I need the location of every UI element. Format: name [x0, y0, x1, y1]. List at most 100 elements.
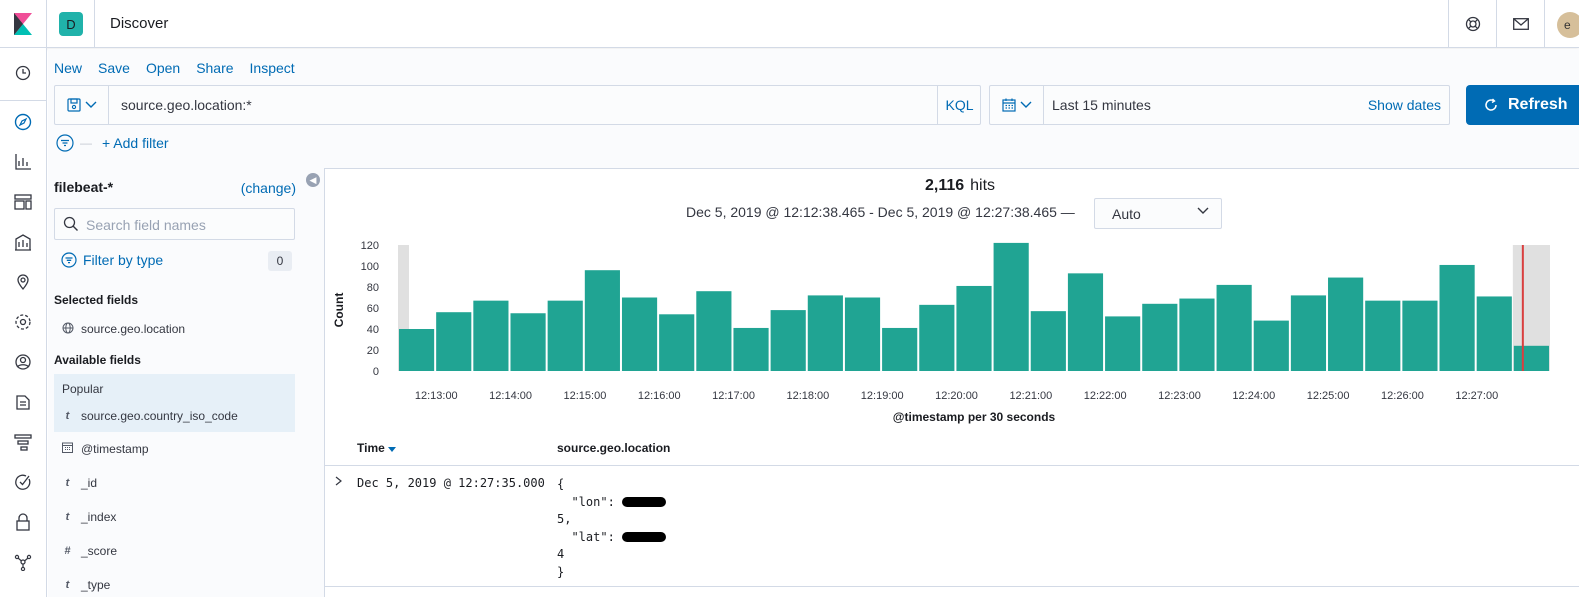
nav-dashboard[interactable] — [11, 190, 35, 214]
open-link[interactable]: Open — [146, 60, 180, 76]
user-avatar[interactable]: e — [1557, 12, 1579, 38]
nav-graph[interactable] — [11, 550, 35, 574]
string-type-icon: t — [65, 410, 70, 422]
histogram-bar[interactable] — [1142, 303, 1178, 371]
histogram-bar[interactable] — [547, 300, 583, 371]
histogram-bar[interactable] — [1290, 295, 1327, 371]
kql-toggle-button[interactable]: KQL — [937, 86, 981, 124]
histogram-bar[interactable] — [1030, 311, 1066, 371]
index-pattern-title: filebeat-* — [54, 179, 114, 195]
histogram-bar[interactable] — [659, 314, 695, 371]
histogram-bar[interactable] — [1365, 300, 1401, 371]
saved-query-button[interactable] — [55, 86, 109, 124]
nav-infrastructure[interactable] — [11, 350, 35, 374]
histogram-bar[interactable] — [993, 242, 1029, 371]
histogram-bar[interactable] — [770, 310, 806, 371]
hit-count-number: 2,116 — [924, 177, 965, 194]
clock-icon — [15, 65, 31, 81]
search-icon — [63, 216, 78, 231]
histogram-bar[interactable] — [399, 329, 435, 371]
nav-siem[interactable] — [11, 510, 35, 534]
histogram-bar[interactable] — [1253, 320, 1289, 371]
sort-desc-icon[interactable] — [388, 446, 397, 452]
help-button[interactable] — [1448, 0, 1496, 48]
nav-ml[interactable] — [11, 310, 35, 334]
histogram-bar[interactable] — [584, 270, 620, 371]
filter-count-badge: 0 — [268, 251, 292, 271]
query-input[interactable]: source.geo.location:* — [121, 97, 252, 113]
show-dates-link[interactable]: Show dates — [1368, 97, 1441, 113]
nav-visualize[interactable] — [11, 150, 35, 174]
filter-by-type-button[interactable]: Filter by type — [61, 252, 163, 268]
histogram-bar[interactable] — [844, 297, 881, 372]
field-item[interactable]: # _score — [54, 534, 295, 568]
histogram-bar[interactable] — [956, 285, 992, 371]
user-menu[interactable]: e — [1544, 0, 1579, 48]
histogram-bar[interactable] — [733, 327, 769, 371]
popular-field-item[interactable]: t source.geo.country_iso_code — [54, 399, 295, 433]
inspect-link[interactable]: Inspect — [250, 60, 295, 76]
selected-field-item[interactable]: source.geo.location — [54, 312, 295, 346]
nav-canvas[interactable] — [11, 230, 35, 254]
globe-icon — [54, 322, 81, 337]
histogram-bar[interactable] — [807, 295, 843, 371]
source-column-header[interactable]: source.geo.location — [557, 441, 670, 455]
dashboard-icon — [14, 194, 32, 210]
histogram-bar[interactable] — [1105, 316, 1141, 371]
refresh-button[interactable]: Refresh — [1466, 85, 1579, 125]
nav-apm[interactable] — [11, 430, 35, 454]
current-time-marker — [1521, 245, 1524, 371]
time-column-header[interactable]: Time — [357, 441, 397, 455]
histogram-bar[interactable] — [696, 291, 732, 371]
histogram-bar[interactable] — [1402, 300, 1438, 371]
field-item[interactable]: t _id — [54, 466, 295, 500]
nav-discover[interactable] — [11, 110, 35, 134]
quick-menu-button[interactable] — [990, 86, 1044, 124]
top-header: D Discover e — [0, 0, 1579, 48]
histogram-bar[interactable] — [1476, 296, 1512, 371]
recently-viewed-button[interactable] — [11, 61, 35, 85]
histogram-bar[interactable] — [1216, 284, 1252, 371]
histogram-bar[interactable] — [919, 304, 955, 371]
expand-row-button[interactable] — [335, 475, 343, 489]
histogram-bar[interactable] — [882, 327, 918, 371]
source-line: 4 — [557, 547, 565, 561]
save-link[interactable]: Save — [98, 60, 130, 76]
change-index-link[interactable]: (change) — [241, 180, 296, 196]
field-sidebar: filebeat-* (change) Search field names F… — [54, 170, 296, 597]
add-filter-button[interactable]: + Add filter — [102, 135, 169, 151]
left-nav — [0, 48, 47, 597]
source-line: "lon": — [557, 494, 623, 509]
histogram-bar[interactable] — [510, 313, 546, 371]
interval-value: Auto — [1112, 206, 1141, 222]
kibana-logo[interactable] — [0, 0, 47, 48]
x-tick-label: 12:20:00 — [935, 390, 978, 402]
space-avatar[interactable]: D — [59, 12, 83, 36]
histogram-bar[interactable] — [436, 312, 472, 371]
interval-select[interactable]: Auto — [1094, 198, 1222, 229]
field-item[interactable]: t _index — [54, 500, 295, 534]
histogram-bar[interactable] — [1513, 345, 1549, 371]
nav-logs[interactable] — [11, 390, 35, 414]
histogram-bar[interactable] — [1439, 264, 1475, 371]
nav-uptime[interactable] — [11, 470, 35, 494]
field-item[interactable]: @timestamp — [54, 432, 295, 466]
x-tick-label: 12:17:00 — [712, 390, 755, 402]
x-tick-label: 12:27:00 — [1455, 390, 1498, 402]
field-search-input[interactable]: Search field names — [54, 208, 295, 240]
histogram-bar[interactable] — [1179, 298, 1215, 371]
share-link[interactable]: Share — [196, 60, 233, 76]
header-divider — [94, 0, 95, 48]
collapse-sidebar-button[interactable]: ◀ — [306, 173, 320, 187]
filter-options-icon[interactable] — [56, 134, 74, 152]
time-range-label[interactable]: Last 15 minutes — [1052, 97, 1151, 113]
field-name: source.geo.location — [81, 322, 186, 336]
histogram-bar[interactable] — [1328, 277, 1364, 371]
nav-maps[interactable] — [11, 270, 35, 294]
x-tick-label: 12:14:00 — [489, 390, 532, 402]
new-link[interactable]: New — [54, 60, 82, 76]
histogram-bar[interactable] — [1067, 273, 1104, 371]
newsfeed-button[interactable] — [1496, 0, 1544, 48]
histogram-bar[interactable] — [473, 300, 509, 371]
histogram-bar[interactable] — [621, 297, 658, 372]
